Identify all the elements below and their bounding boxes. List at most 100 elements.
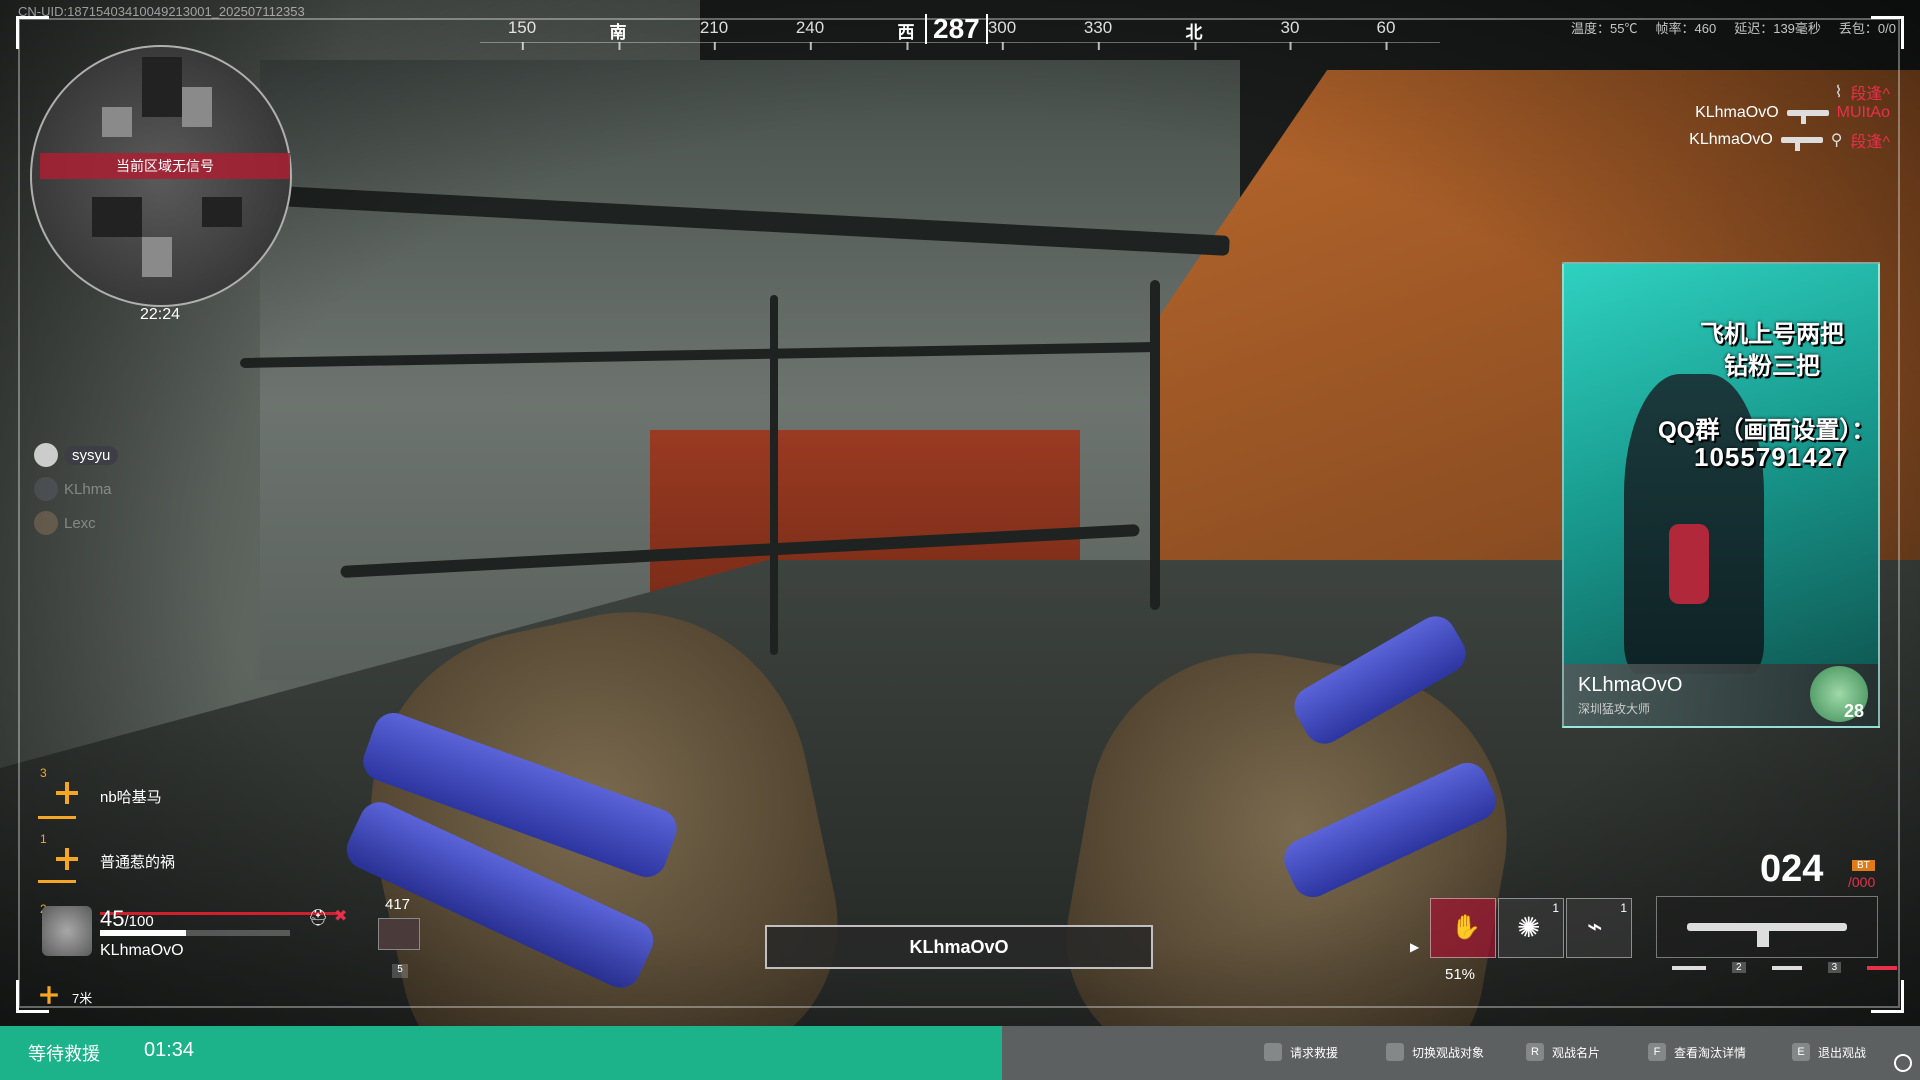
player-card[interactable]: 飞机上号两把 钻粉三把 QQ群（画面设置）： 1055791427 KLhmaO… [1562,262,1880,728]
rescue-status-banner: 等待救援 01:34 [0,1026,1002,1080]
action-label: 请求救援 [1290,1045,1339,1060]
action-label: 查看淘汰详情 [1674,1045,1747,1060]
rifle-icon [1672,965,1706,970]
hp-value: 45 [100,906,125,931]
compass-tick: 300 [987,18,1017,50]
exit-spectate-button[interactable]: E 退出观战 [1792,1043,1866,1061]
no-signal-banner: 当前区域无信号 [40,153,290,179]
heartbeat-icon: ⌇ [1834,84,1843,101]
item-key: 5 [392,964,408,978]
key-hint: R [1526,1043,1544,1061]
ammo-current: 024 [1760,848,1824,890]
teammate-name: Lexc [64,514,96,532]
hud-corner [1871,980,1904,1013]
fps-readout: 帧率：460 [1655,21,1717,36]
promo-line: 钻粉三把 [1724,353,1820,380]
kill-feed-attacker: KLhmaOvO [1695,104,1779,121]
rifle-icon [1780,137,1823,151]
rescue-timer: 01:34 [144,1039,195,1061]
plus-icon [56,848,78,870]
grenade-slot[interactable]: 1 ✺ [1498,898,1564,958]
medkit-icon[interactable] [378,918,420,950]
armor-broken-icon: ✖ [334,908,348,925]
weapon-slot-row: 2 3 6 [1672,962,1920,973]
key-hint: E [1792,1043,1810,1061]
minimap-pixel [102,107,132,137]
compass-tick: 西 [898,18,915,50]
compass-tick: 南 [610,18,627,50]
minimap-pixel [92,197,142,237]
temperature-readout: 温度：55℃ [1571,21,1638,36]
distance-marker-icon [40,986,58,1004]
minimap-time: 22:24 [140,306,181,323]
rifle-icon [1786,110,1829,124]
player-nameplate: KLhmaOvO 深圳猛攻大师 28 [1564,664,1878,726]
action-label: 观战名片 [1552,1045,1601,1060]
flashbang-icon: ⌁ [1587,911,1603,941]
kill-feed-row: KLhmaOvO MUItAo [1695,104,1890,124]
elimination-details-button[interactable]: F 查看淘汰详情 [1648,1043,1746,1061]
key-hint [1264,1043,1282,1061]
promo-line: 1055791427 [1694,442,1849,472]
teammate-item: sysyu [34,443,119,467]
player-card-name: KLhmaOvO [1578,674,1683,696]
key-hint [1386,1043,1404,1061]
key-hint: F [1648,1043,1666,1061]
minimap-pixel [182,87,212,127]
flashbang-slot[interactable]: 1 ⌁ [1566,898,1632,958]
throwable-slot[interactable]: ✋ [1430,898,1496,958]
teammate-name: sysyu [64,445,119,465]
compass-tick: 60 [1376,18,1396,50]
kill-feed-row: ⌇ 段逢^ [1835,80,1890,104]
slot-count: 1 [1552,901,1559,915]
promo-line: 飞机上号两把 [1700,321,1844,348]
action-label: 退出观战 [1818,1045,1867,1060]
rescue-count: 3 [40,766,47,780]
primary-weapon-slot[interactable] [1656,896,1878,958]
item-count: 417 [385,896,411,913]
teammate-item: Lexc [34,511,96,535]
kill-feed-victim: MUItAo [1836,104,1890,121]
rescue-divider [38,816,76,819]
kill-feed-victim: 段逢^ [1850,134,1890,151]
compass-tick: 210 [699,18,729,50]
gear-icon: ✺ [1517,912,1541,943]
promo-line: QQ群（画面设置）： [1658,417,1876,444]
knife-icon [1867,965,1898,970]
player-name: KLhmaOvO [100,942,184,959]
rifle-icon-mag [1757,929,1769,947]
plus-icon [56,782,78,804]
avatar [34,511,58,535]
compass-tick: 330 [1083,18,1113,50]
settings-icon[interactable] [1894,1054,1912,1072]
compass-tick: 240 [795,18,825,50]
minimap-pixel [142,57,182,117]
distance-readout: 7米 [72,991,93,1006]
avatar [34,477,58,501]
rescue-name: nb哈基马 [100,789,162,806]
spectate-card-button[interactable]: R 观战名片 [1526,1043,1600,1061]
rescue-divider [38,880,76,883]
rank-badge-icon: 28 [1810,666,1868,722]
kill-feed-attacker: KLhmaOvO [1689,131,1773,148]
teammate-item: KLhma [34,477,112,501]
request-rescue-button[interactable]: 请求救援 [1264,1043,1338,1061]
play-arrow-icon: ▶ [1410,940,1420,954]
weapon-slot-key: 3 [1827,962,1842,973]
match-id: CN-UID:18715403410049213001_202507112353 [18,4,305,19]
soldier-illustration-detail [1669,524,1709,604]
pistol-icon [1771,965,1802,970]
player-card-title: 深圳猛攻大师 [1578,702,1651,716]
latency-readout: 延迟：139毫秒 [1734,21,1821,36]
weapon-slot-key: 2 [1732,962,1746,973]
performance-stats: 温度：55℃ 帧率：460 延迟：139毫秒 丢包：0/0 [1571,18,1896,37]
hp-max: /100 [124,913,154,930]
switch-spectate-button[interactable]: 切换观战对象 [1386,1043,1484,1061]
minimap[interactable]: 当前区域无信号 [30,45,295,307]
ammo-reserve: /000 [1848,874,1876,890]
teammate-name: KLhma [64,480,112,498]
hp-bar-fill [100,930,186,936]
avatar [34,443,58,467]
rescue-status-text: 等待救援 [28,1044,100,1064]
throwable-percent: 51% [1445,966,1476,983]
